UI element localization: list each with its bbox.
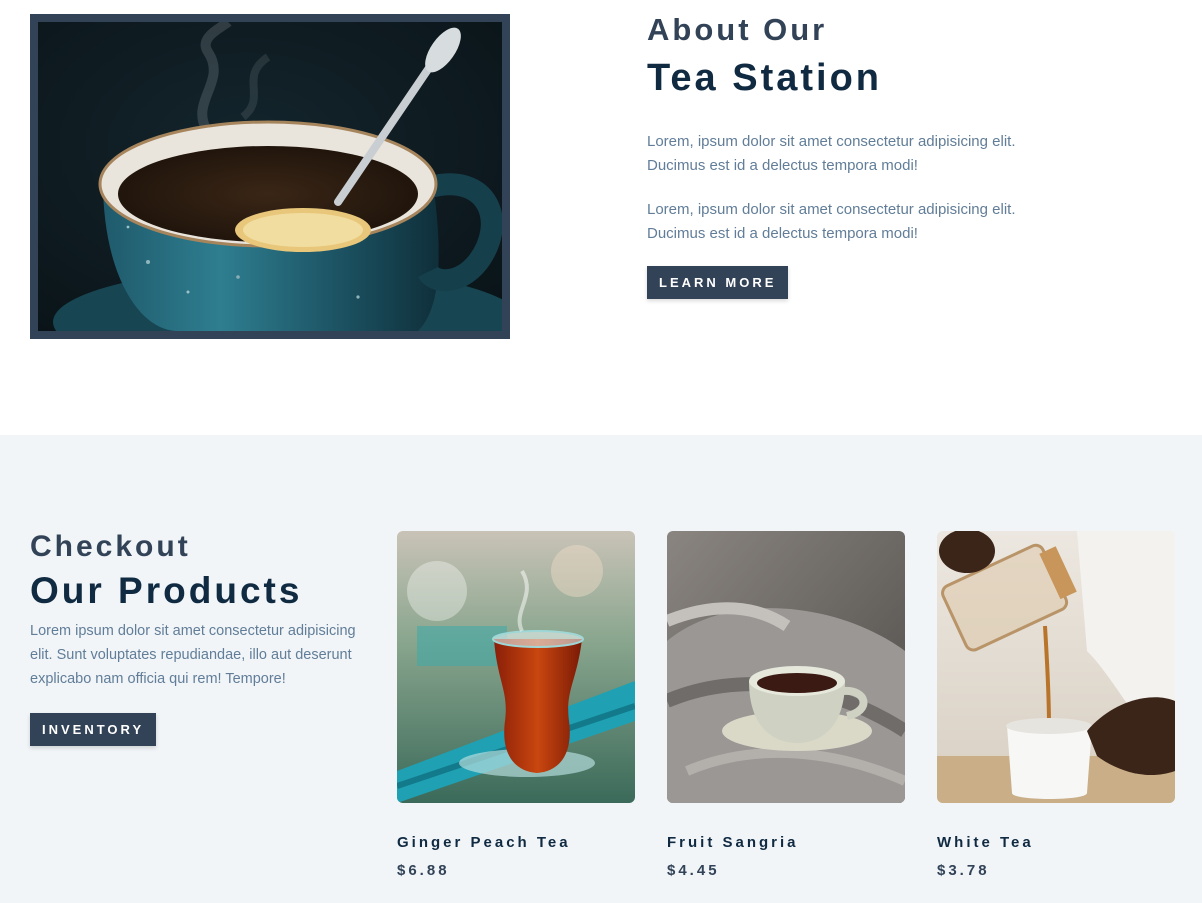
learn-more-button[interactable]: Learn More	[647, 266, 789, 299]
products-subtitle: Checkout	[30, 530, 191, 563]
about-image-frame	[30, 14, 510, 339]
product-name: Ginger Peach Tea	[397, 834, 571, 851]
ginger-peach-tea-image[interactable]	[397, 531, 635, 803]
fruit-sangria-image[interactable]	[667, 531, 905, 803]
product-card[interactable]: Ginger Peach Tea $6.88	[397, 531, 635, 881]
product-card[interactable]: White Tea $3.78	[937, 531, 1175, 881]
tea-cup-image	[38, 22, 502, 331]
about-subtitle: About Our	[647, 12, 828, 47]
about-paragraph: Lorem, ipsum dolor sit amet consectetur …	[647, 133, 1016, 174]
product-card[interactable]: Fruit Sangria $4.45	[667, 531, 905, 881]
products-intro: Checkout Our Products Lorem ipsum dolor …	[30, 529, 370, 746]
about-text-block: About Our Tea Station Lorem, ipsum dolor…	[647, 12, 1077, 299]
products-section: Checkout Our Products Lorem ipsum dolor …	[0, 435, 1202, 903]
white-tea-image[interactable]	[937, 531, 1175, 803]
about-section: About Our Tea Station Lorem, ipsum dolor…	[0, 0, 1202, 435]
products-title: Our Products	[30, 570, 303, 611]
product-name: Fruit Sangria	[667, 834, 799, 851]
product-price: $6.88	[397, 862, 450, 879]
product-name: White Tea	[937, 834, 1034, 851]
products-description: Lorem ipsum dolor sit amet consectetur a…	[30, 623, 356, 687]
about-paragraph: Lorem, ipsum dolor sit amet consectetur …	[647, 201, 1016, 242]
product-price: $3.78	[937, 862, 990, 879]
product-price: $4.45	[667, 862, 720, 879]
inventory-button[interactable]: Inventory	[30, 713, 157, 746]
about-title: Tea Station	[647, 57, 882, 99]
